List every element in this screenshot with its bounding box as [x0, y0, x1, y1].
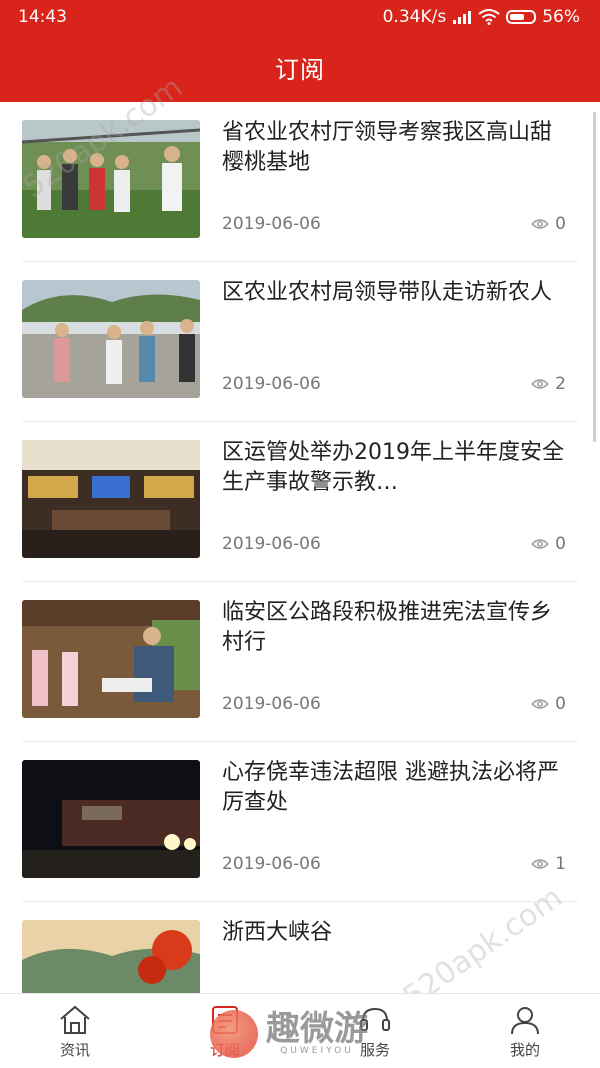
- tab-label: 服务: [359, 1041, 390, 1059]
- article-item[interactable]: 省农业农村厅领导考察我区高山甜樱桃基地 2019-06-06 0: [22, 102, 578, 262]
- article-list: 省农业农村厅领导考察我区高山甜樱桃基地 2019-06-06 0 区农业农村局领…: [22, 102, 578, 1061]
- network-speed: 0.34K/s: [382, 7, 447, 27]
- view-count-value: 2: [555, 374, 566, 394]
- eye-icon: [531, 699, 550, 709]
- article-date: 2019-06-06: [222, 214, 321, 234]
- view-count: 1: [531, 854, 566, 874]
- article-title: 区运管处举办2019年上半年度安全生产事故警示教…: [222, 440, 564, 495]
- status-bar: 14:43 0.34K/s 56%: [0, 0, 600, 34]
- article-date: 2019-06-06: [222, 694, 321, 714]
- page-title: 订阅: [275, 56, 325, 84]
- view-count: 2: [531, 374, 566, 394]
- scrollbar[interactable]: [593, 112, 596, 442]
- article-title: 区农业农村局领导带队走访新农人: [222, 280, 553, 305]
- article-thumbnail: [22, 120, 200, 238]
- article-thumbnail: [22, 440, 200, 558]
- eye-icon: [531, 219, 550, 229]
- tab-label: 我的: [509, 1041, 540, 1059]
- article-title: 心存侥幸违法超限 逃避执法必将严厉查处: [222, 760, 559, 815]
- status-time: 14:43: [18, 7, 67, 27]
- article-item[interactable]: 区农业农村局领导带队走访新农人 2019-06-06 2: [22, 262, 578, 422]
- view-count-value: 0: [555, 534, 566, 554]
- tab-label: 订阅: [209, 1041, 240, 1059]
- view-count: 0: [531, 214, 566, 234]
- wifi-icon: [478, 9, 500, 25]
- article-date: 2019-06-06: [222, 374, 321, 394]
- tab-news[interactable]: 资讯: [0, 994, 150, 1068]
- article-item[interactable]: 心存侥幸违法超限 逃避执法必将严厉查处 2019-06-06 1: [22, 742, 578, 902]
- eye-icon: [531, 859, 550, 869]
- view-count: 0: [531, 534, 566, 554]
- tab-label: 资讯: [59, 1041, 90, 1059]
- eye-icon: [531, 379, 550, 389]
- article-date: 2019-06-06: [222, 854, 321, 874]
- article-item[interactable]: 区运管处举办2019年上半年度安全生产事故警示教… 2019-06-06 0: [22, 422, 578, 582]
- article-title: 临安区公路段积极推进宪法宣传乡村行: [222, 600, 553, 655]
- tab-profile[interactable]: 我的: [450, 994, 600, 1068]
- view-count-value: 0: [555, 214, 566, 234]
- signal-icon: [453, 11, 472, 24]
- bottom-tab-bar: 资讯 订阅 服务 我的: [0, 993, 600, 1068]
- battery-icon: [506, 10, 537, 24]
- eye-icon: [531, 539, 550, 549]
- subscribe-icon: [212, 1006, 238, 1034]
- view-count-value: 1: [555, 854, 566, 874]
- article-thumbnail: [22, 600, 200, 718]
- article-date: 2019-06-06: [222, 534, 321, 554]
- view-count-value: 0: [555, 694, 566, 714]
- article-title: 浙西大峡谷: [222, 920, 333, 945]
- article-thumbnail: [22, 280, 200, 398]
- view-count: 0: [531, 694, 566, 714]
- tab-subscribe[interactable]: 订阅: [150, 994, 300, 1068]
- app-bar: 14:43 0.34K/s 56% 订阅: [0, 0, 600, 102]
- service-icon: [360, 1007, 390, 1031]
- home-icon: [60, 1005, 90, 1034]
- battery-level: 56%: [542, 7, 580, 27]
- article-title: 省农业农村厅领导考察我区高山甜樱桃基地: [222, 120, 553, 175]
- article-thumbnail: [22, 760, 200, 878]
- profile-icon: [511, 1007, 539, 1035]
- article-item[interactable]: 临安区公路段积极推进宪法宣传乡村行 2019-06-06 0: [22, 582, 578, 742]
- tab-service[interactable]: 服务: [300, 994, 450, 1068]
- status-indicators: 0.34K/s 56%: [383, 7, 580, 27]
